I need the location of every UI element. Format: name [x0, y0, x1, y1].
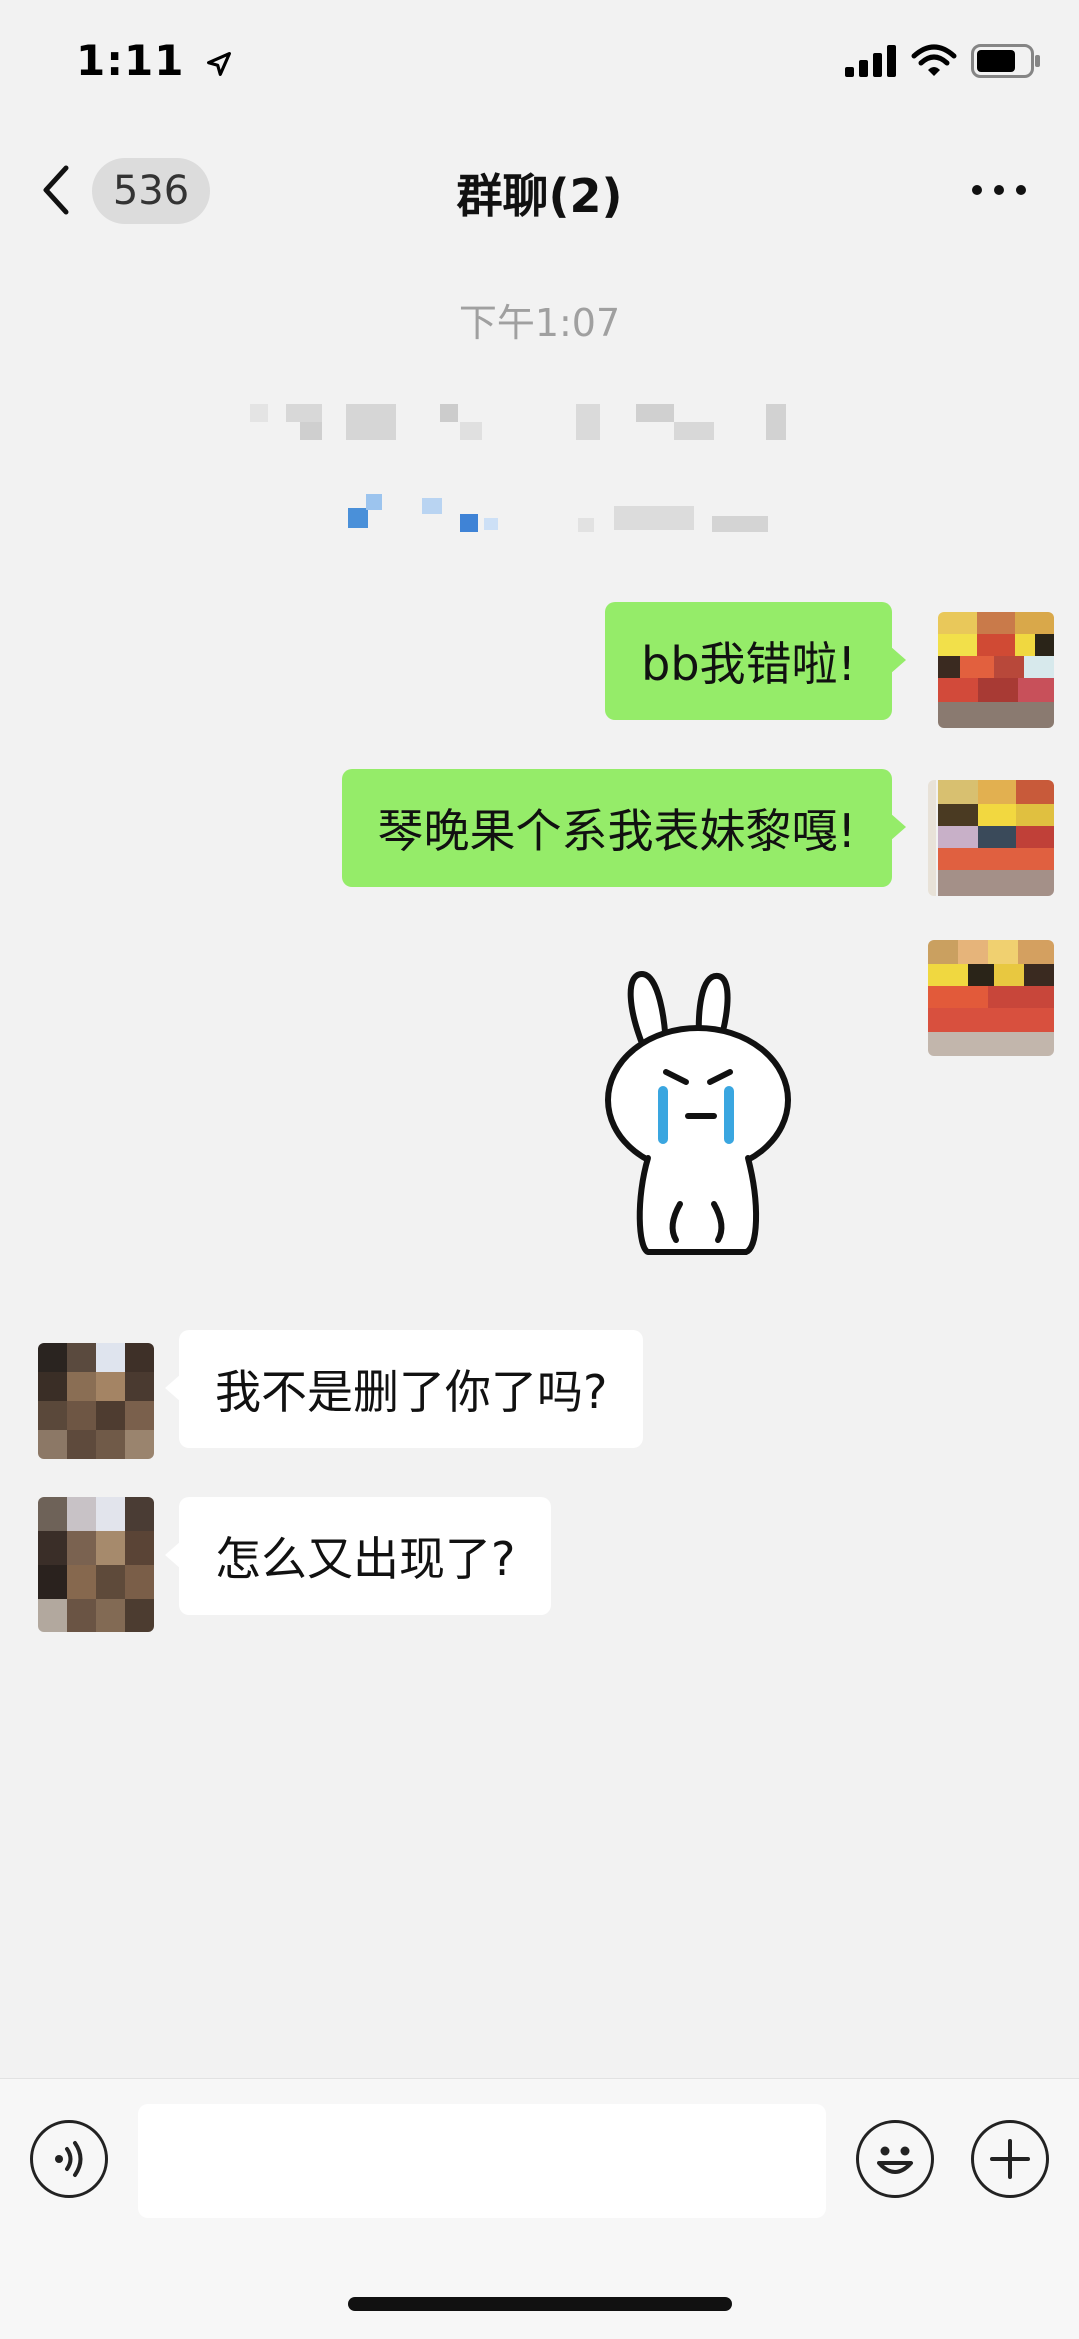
status-icons [845, 44, 1041, 78]
message-text: 我不是删了你了吗? [215, 1365, 608, 1419]
plus-button[interactable] [971, 2120, 1049, 2198]
status-time: 1:11 [76, 36, 232, 85]
my-avatar[interactable] [928, 940, 1054, 1056]
message-input[interactable] [138, 2104, 826, 2218]
my-avatar[interactable] [928, 780, 1054, 896]
my-message-bubble[interactable]: 琴晚果个系我表妹黎嘎! [341, 769, 907, 887]
wifi-icon [911, 44, 957, 76]
voice-button[interactable] [30, 2120, 108, 2198]
crying-rabbit-sticker[interactable] [596, 968, 796, 1258]
location-arrow-icon [207, 51, 232, 76]
message-text: bb我错啦! [641, 637, 856, 691]
emoji-icon [877, 2146, 913, 2174]
chat-title: 群聊(2) [456, 169, 623, 223]
my-message-bubble[interactable]: bb我错啦! [605, 602, 906, 720]
contact-avatar[interactable] [38, 1497, 154, 1632]
my-avatar[interactable] [938, 612, 1054, 728]
chat-timestamp: 下午1:07 [458, 301, 621, 345]
contact-message-bubble[interactable]: 我不是删了你了吗? [164, 1330, 644, 1448]
plus-icon [990, 2139, 1030, 2179]
voice-icon [55, 2141, 83, 2177]
message-text: 怎么又出现了? [215, 1532, 516, 1586]
message-text: 琴晚果个系我表妹黎嘎! [377, 804, 856, 858]
blurred-system-notice [250, 398, 810, 548]
home-indicator[interactable] [348, 2297, 732, 2311]
contact-message-bubble[interactable]: 怎么又出现了? [164, 1497, 552, 1615]
battery-icon [971, 44, 1040, 78]
cellular-signal-icon [845, 45, 896, 77]
emoji-button[interactable] [856, 2120, 934, 2198]
contact-avatar[interactable] [38, 1343, 154, 1459]
more-button[interactable] [969, 180, 1029, 200]
more-dots-icon [972, 185, 1026, 195]
